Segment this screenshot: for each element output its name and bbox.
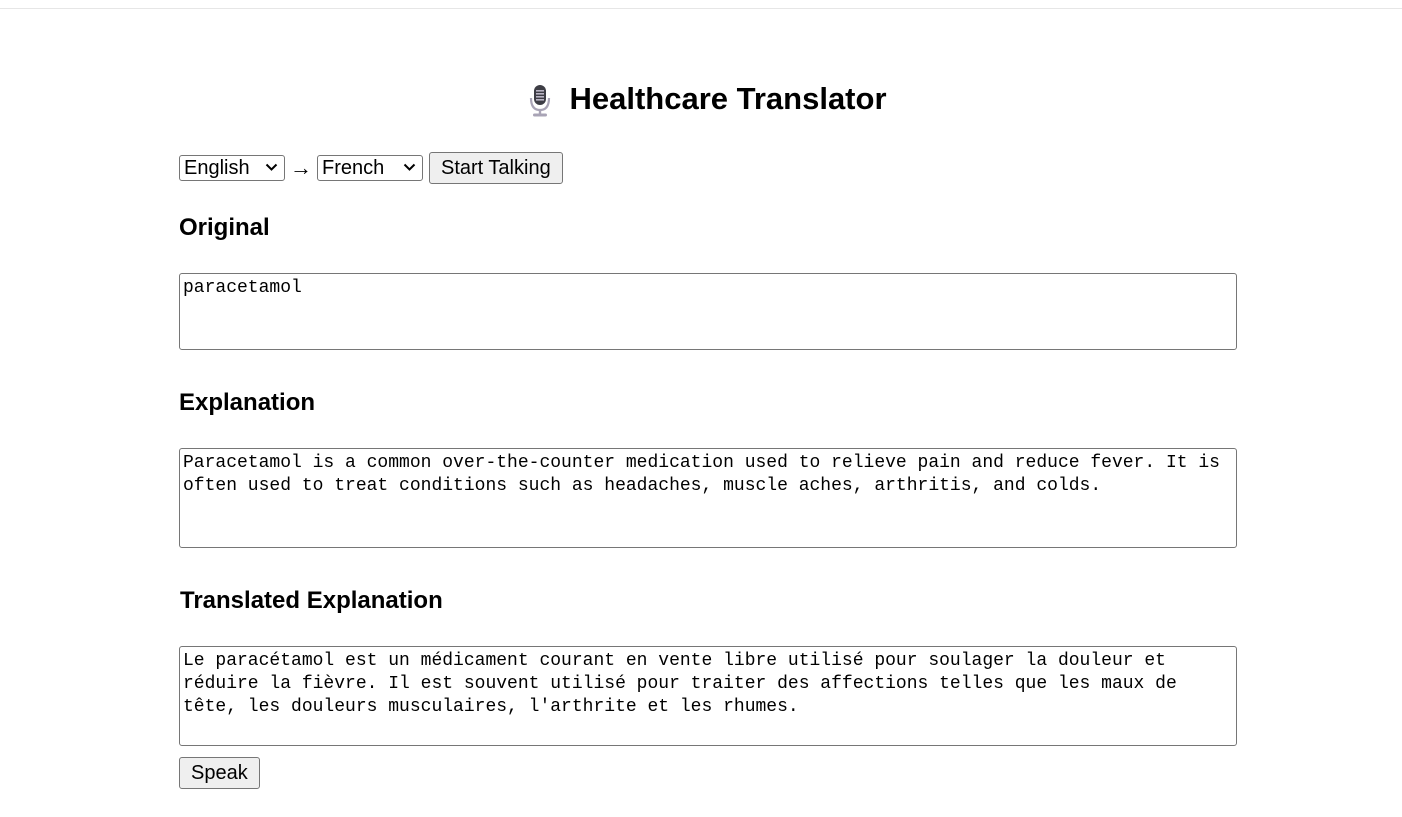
page-title: Healthcare Translator bbox=[569, 81, 887, 116]
top-divider bbox=[0, 8, 1402, 9]
translated-explanation-textarea[interactable]: Le paracétamol est un médicament courant… bbox=[179, 646, 1237, 746]
speak-button[interactable]: Speak bbox=[179, 757, 260, 789]
original-heading: Original bbox=[179, 214, 270, 241]
chevron-down-icon bbox=[403, 163, 416, 171]
original-textarea[interactable]: paracetamol bbox=[179, 273, 1237, 350]
page-header: Healthcare Translator bbox=[0, 76, 1402, 122]
language-arrow: → bbox=[290, 155, 312, 180]
microphone-icon bbox=[527, 84, 553, 118]
explanation-textarea[interactable]: Paracetamol is a common over-the-counter… bbox=[179, 448, 1237, 548]
language-controls: English → French Start Talking bbox=[179, 152, 563, 184]
source-language-select[interactable]: English bbox=[179, 155, 285, 181]
target-language-value: French bbox=[322, 157, 385, 179]
source-language-value: English bbox=[184, 157, 250, 179]
explanation-heading: Explanation bbox=[179, 389, 316, 416]
translated-explanation-heading: Translated Explanation bbox=[180, 587, 443, 614]
target-language-select[interactable]: French bbox=[317, 155, 423, 181]
start-talking-button[interactable]: Start Talking bbox=[429, 152, 563, 184]
chevron-down-icon bbox=[265, 163, 278, 171]
